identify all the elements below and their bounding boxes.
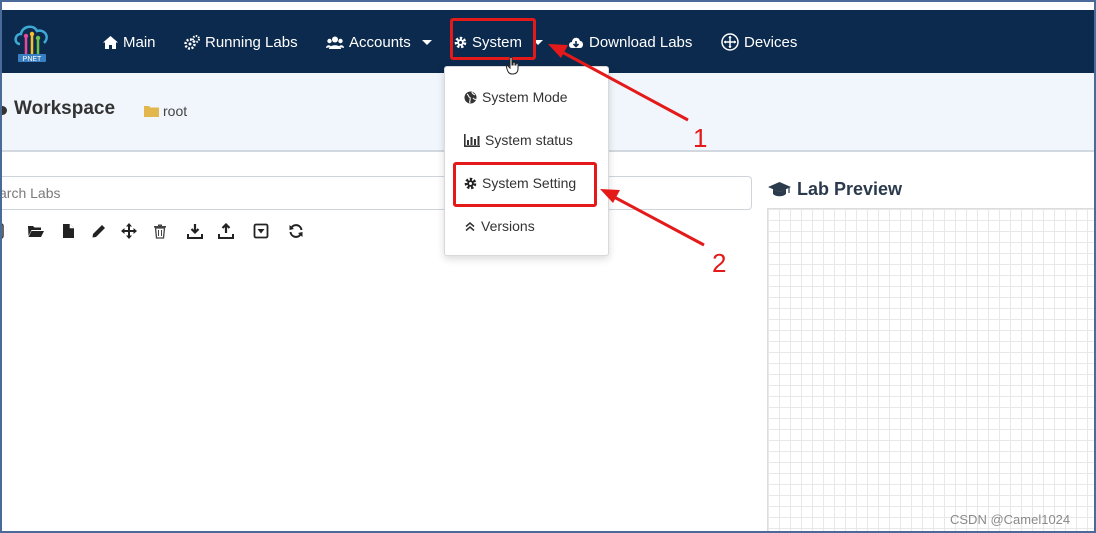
- search-input[interactable]: arch Labs: [2, 176, 752, 210]
- refresh-icon[interactable]: [288, 223, 304, 239]
- nav-devices-label: Devices: [744, 33, 798, 51]
- annotation-step-1: 1: [693, 123, 708, 153]
- nav-accounts-label: Accounts: [349, 33, 411, 51]
- folder-icon: [144, 106, 159, 117]
- nav-accounts[interactable]: Accounts: [326, 32, 432, 52]
- bar-chart-icon: [464, 133, 480, 147]
- menu-item-label: System Mode: [482, 89, 568, 105]
- menu-item-versions[interactable]: Versions: [464, 218, 535, 234]
- dropdown-toggle-icon[interactable]: [253, 223, 269, 239]
- search-placeholder: arch Labs: [0, 185, 61, 201]
- nav-running-labs[interactable]: Running Labs: [184, 32, 298, 52]
- nav-main[interactable]: Main: [103, 32, 156, 52]
- nav-download-labs-label: Download Labs: [589, 33, 693, 51]
- edit-icon[interactable]: [91, 223, 107, 239]
- cloud-download-icon: [569, 37, 583, 48]
- lab-preview-label: Lab Preview: [797, 179, 903, 199]
- home-icon: [103, 35, 118, 49]
- breadcrumb-root: root: [163, 103, 188, 119]
- breadcrumb[interactable]: root: [144, 103, 187, 119]
- nav-devices[interactable]: Devices: [721, 32, 797, 52]
- move-icon[interactable]: [121, 223, 137, 239]
- chevron-down-icon: [421, 39, 432, 45]
- logo-text: PNET: [23, 56, 42, 63]
- delete-icon[interactable]: [152, 223, 168, 239]
- workspace-icon: [2, 106, 7, 115]
- system-dropdown-menu: System Mode System status System Setting…: [444, 66, 609, 256]
- new-file-icon[interactable]: [61, 223, 77, 239]
- double-chevron-up-icon: [465, 221, 475, 231]
- import-icon[interactable]: [187, 223, 203, 239]
- top-navbar: PNET Main Running Labs Accounts System D…: [2, 10, 1094, 73]
- nav-download-labs[interactable]: Download Labs: [568, 32, 692, 52]
- nav-running-labs-label: Running Labs: [205, 33, 298, 51]
- globe-icon: [464, 91, 477, 103]
- arrows-move-icon: [721, 33, 739, 51]
- graduation-cap-icon: [768, 182, 791, 197]
- select-all-checkbox[interactable]: [2, 223, 4, 239]
- watermark: CSDN @Camel1024: [950, 512, 1071, 527]
- lab-preview-title: Lab Preview: [768, 179, 902, 200]
- pnet-logo[interactable]: PNET: [12, 22, 52, 64]
- menu-item-system-mode[interactable]: System Mode: [464, 89, 568, 105]
- app-window: PNET Main Running Labs Accounts System D…: [0, 0, 1096, 533]
- users-icon: [326, 36, 344, 49]
- menu-item-system-status[interactable]: System status: [464, 132, 573, 148]
- cogs-icon: [184, 34, 200, 50]
- nav-main-label: Main: [123, 33, 156, 51]
- menu-item-label: System status: [485, 132, 573, 148]
- hand-cursor-icon: [505, 56, 520, 80]
- highlight-system-setting: [453, 162, 597, 207]
- menu-item-label: Versions: [481, 218, 535, 234]
- open-folder-icon[interactable]: [28, 223, 44, 239]
- page-title: Workspace: [14, 98, 116, 119]
- annotation-step-2: 2: [712, 248, 727, 278]
- export-icon[interactable]: [218, 222, 234, 239]
- highlight-system-menu: [450, 18, 536, 60]
- lab-preview-canvas[interactable]: [767, 208, 1094, 531]
